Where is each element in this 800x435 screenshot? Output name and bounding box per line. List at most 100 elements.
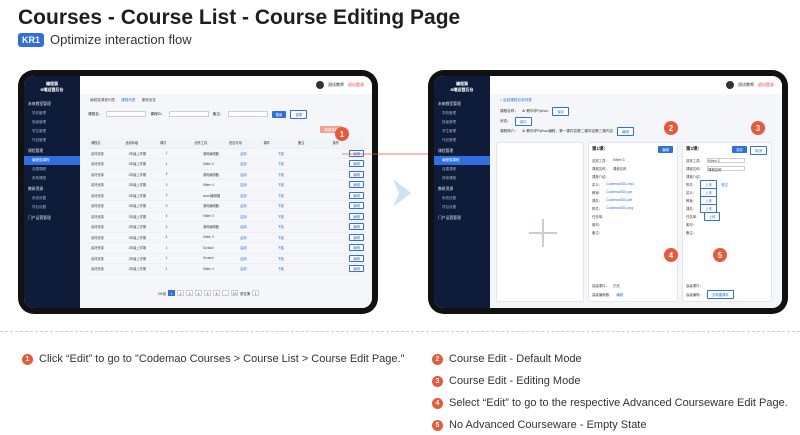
tab-course-list[interactable]: 课程列表 <box>121 98 135 103</box>
page-1[interactable]: 1 <box>168 290 176 296</box>
sidebar-group-classroom[interactable]: 未来教室管理 <box>434 100 490 109</box>
file-link[interactable]: Codemao001.png <box>606 206 633 210</box>
tool-select[interactable]: Kitten 3 <box>706 157 745 163</box>
page-6[interactable]: 6 <box>213 290 221 296</box>
page-5[interactable]: 5 <box>204 290 212 296</box>
row-edit-button[interactable]: 编辑 <box>349 254 364 262</box>
filter-name-input[interactable] <box>106 111 147 117</box>
create-courseware-button[interactable]: 去新建课件 <box>706 289 734 299</box>
save-name-button[interactable]: 保存 <box>552 107 570 116</box>
row-link[interactable]: 启用 <box>237 214 274 219</box>
row-link[interactable]: 启用 <box>237 182 274 187</box>
clear-link[interactable]: 清空 <box>721 182 728 187</box>
sidebar-item-school[interactable]: 学校管理 <box>434 109 490 118</box>
row-edit-button[interactable]: 编辑 <box>349 181 364 189</box>
sidebar-item-project[interactable]: 项目设置 <box>24 203 80 212</box>
row-edit-button[interactable]: 编辑 <box>349 160 364 168</box>
filter-note-input[interactable] <box>227 111 268 117</box>
page-4[interactable]: 4 <box>195 290 203 296</box>
edit-desc-button[interactable]: 编辑 <box>617 127 634 136</box>
row-link[interactable]: 启用 <box>237 266 274 271</box>
row-link[interactable]: 下载 <box>275 172 312 177</box>
breadcrumb[interactable]: < 返回课程目录列表 <box>500 98 532 103</box>
row-link[interactable]: 下载 <box>275 203 312 208</box>
avatar[interactable] <box>316 81 324 89</box>
row-edit-button[interactable]: 编辑 <box>349 202 364 210</box>
goto-input[interactable]: 1 <box>252 290 260 296</box>
avatar[interactable] <box>726 81 734 89</box>
row-link[interactable]: 下载 <box>275 266 312 271</box>
page-3[interactable]: 3 <box>186 290 194 296</box>
upload-button[interactable]: 上传 <box>703 211 721 221</box>
row-link[interactable]: 下载 <box>275 182 312 187</box>
tab-course-info[interactable]: 课程信息 <box>142 98 156 103</box>
sidebar-item-works[interactable]: 作品管理 <box>24 136 80 145</box>
sidebar-group-classroom[interactable]: 未来教室管理 <box>24 100 80 109</box>
lesson-2-cancel-button[interactable]: 取消 <box>750 146 767 155</box>
sidebar-group-resources[interactable]: 教研资源 <box>434 185 490 194</box>
sidebar-item-custom-course[interactable]: 自建课程 <box>24 165 80 174</box>
row-link[interactable]: 启用 <box>237 172 274 177</box>
reset-button[interactable]: 重置 <box>290 109 308 119</box>
sidebar-group-portal[interactable]: 门户运营管理 <box>434 214 490 223</box>
row-link[interactable]: 下载 <box>275 245 312 250</box>
sidebar-group-portal[interactable]: 门户运营管理 <box>24 214 80 223</box>
sidebar-group-resources[interactable]: 教研资源 <box>24 185 80 194</box>
file-link[interactable]: Codemao001.mp4 <box>606 182 634 186</box>
lesson-2-save-button[interactable]: 保存 <box>732 146 747 153</box>
logout-link[interactable]: 退出登录 <box>348 82 364 88</box>
tab-codemao-list[interactable]: 编程猫课程列表 <box>90 98 115 103</box>
page-2[interactable]: 2 <box>177 290 185 296</box>
page-10[interactable]: 10 <box>231 290 239 296</box>
row-link[interactable]: 下载 <box>275 161 312 166</box>
row-link[interactable]: 启用 <box>237 193 274 198</box>
row-link[interactable]: 启用 <box>237 151 274 156</box>
row-link[interactable]: 下载 <box>275 256 312 261</box>
row-edit-button[interactable]: 编辑 <box>349 191 364 199</box>
row-link[interactable]: 启用 <box>237 245 274 250</box>
row-link[interactable]: 下载 <box>275 193 312 198</box>
sidebar-item-school[interactable]: 学校管理 <box>24 109 80 118</box>
sidebar-item-student[interactable]: 学生管理 <box>434 127 490 136</box>
new-lesson-card[interactable] <box>496 142 584 302</box>
adv-edit-link[interactable]: 编辑 <box>616 292 623 297</box>
row-link[interactable]: 下载 <box>275 235 312 240</box>
sidebar-item-other-course[interactable]: 其他课程 <box>24 174 80 183</box>
row-link[interactable]: 下载 <box>275 151 312 156</box>
row-edit-button[interactable]: 编辑 <box>349 265 364 273</box>
row-link[interactable]: 启用 <box>237 203 274 208</box>
row-edit-button[interactable]: 编辑 <box>349 212 364 220</box>
row-edit-button[interactable]: 编辑 <box>349 223 364 231</box>
file-link[interactable]: Codemao001.pdf <box>606 198 632 202</box>
sidebar-item-student[interactable]: 学生管理 <box>24 127 80 136</box>
row-link[interactable]: 启用 <box>237 235 274 240</box>
row-link[interactable]: 下载 <box>275 214 312 219</box>
row-edit-button[interactable]: 编辑 <box>349 244 364 252</box>
sidebar-item-works[interactable]: 作品管理 <box>434 136 490 145</box>
sidebar-item-system[interactable]: 系统设置 <box>24 194 80 203</box>
sidebar-item-custom-course[interactable]: 自建课程 <box>434 165 490 174</box>
filter-id-input[interactable] <box>168 111 209 117</box>
row-link[interactable]: 启用 <box>237 224 274 229</box>
sidebar-item-class[interactable]: 班级管理 <box>24 118 80 127</box>
sidebar-item-project[interactable]: 项目设置 <box>434 203 490 212</box>
sidebar-item-codemao-course[interactable]: 编程猫课程 <box>24 156 80 165</box>
sidebar-group-course[interactable]: 课程管理 <box>434 147 490 156</box>
row-edit-button[interactable]: 编辑 <box>349 170 364 178</box>
row-link[interactable]: 启用 <box>237 161 274 166</box>
page-size[interactable]: 20/页 <box>158 291 166 296</box>
logout-link[interactable]: 退出登录 <box>758 82 774 88</box>
save-status-button[interactable]: 保存 <box>514 117 532 126</box>
search-button[interactable]: 搜索 <box>271 110 287 118</box>
sidebar-item-system[interactable]: 系统设置 <box>434 194 490 203</box>
name-input[interactable]: 课程名称 <box>706 165 745 172</box>
sidebar-item-class[interactable]: 班级管理 <box>434 118 490 127</box>
sidebar-group-course[interactable]: 课程管理 <box>24 147 80 156</box>
sidebar-item-other-course[interactable]: 其他课程 <box>434 174 490 183</box>
row-edit-button[interactable]: 编辑 <box>349 233 364 241</box>
sidebar-item-codemao-course[interactable]: 编程猫课程 <box>434 156 490 165</box>
file-link[interactable]: Codemao001.ppt <box>606 190 632 194</box>
lesson-1-edit-button[interactable]: 编辑 <box>658 146 673 153</box>
row-link[interactable]: 下载 <box>275 224 312 229</box>
row-link[interactable]: 启用 <box>237 256 274 261</box>
